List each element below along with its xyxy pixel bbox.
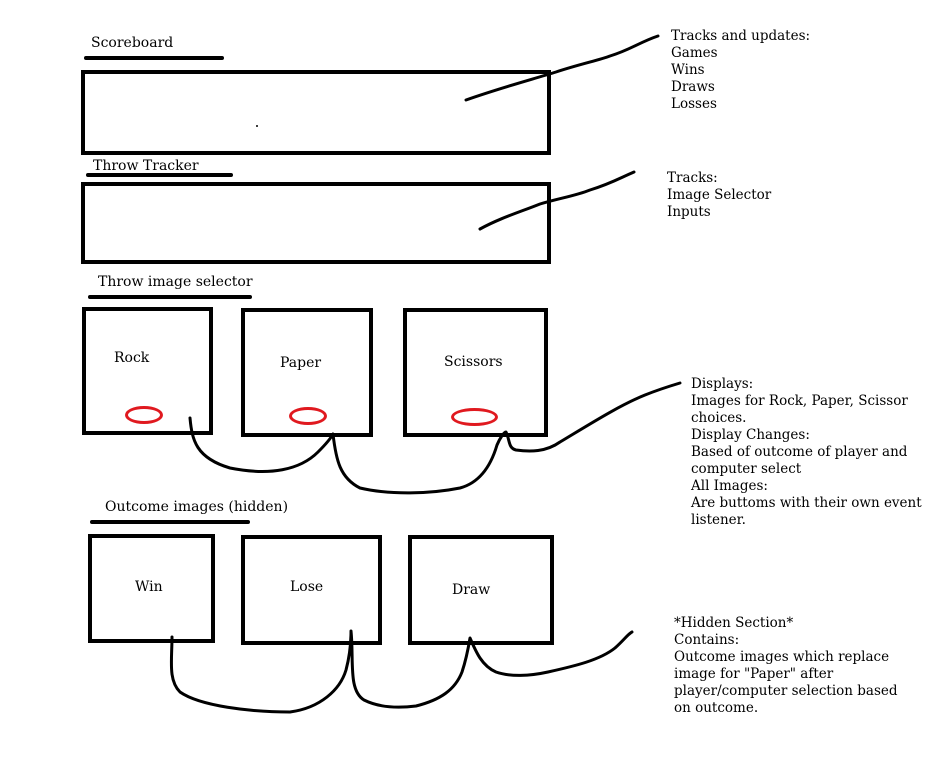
selector-note-line: Displays: <box>691 376 754 392</box>
tracker-connector <box>478 170 636 231</box>
selector-note-line: listener. <box>691 512 746 528</box>
hidden-note-line: Contains: <box>674 632 740 648</box>
selector-note-line: computer select <box>691 461 802 477</box>
hidden-note-line: *Hidden Section* <box>674 615 794 631</box>
scoreboard-note-line: Losses <box>671 96 717 112</box>
hidden-note-line: player/computer selection based <box>674 683 898 699</box>
scoreboard-dot <box>256 125 258 127</box>
tracker-note-line: Tracks: <box>667 170 718 186</box>
hidden-note: *Hidden Section* Contains: Outcome image… <box>674 615 898 717</box>
selector-note-line: Are buttoms with their own event <box>691 495 922 511</box>
selector-note-line: Display Changes: <box>691 427 810 443</box>
selector-note: Displays: Images for Rock, Paper, Scisso… <box>691 376 922 529</box>
tracker-note-line: Image Selector <box>667 187 772 203</box>
selector-note-line: Images for Rock, Paper, Scissor <box>691 393 908 409</box>
scoreboard-note: Tracks and updates: Games Wins Draws Los… <box>671 28 810 113</box>
selector-note-line: choices. <box>691 410 747 426</box>
scoreboard-note-line: Tracks and updates: <box>671 28 811 44</box>
scoreboard-note-line: Wins <box>671 62 705 78</box>
hidden-note-line: on outcome. <box>674 700 759 716</box>
outcome-connector-loop <box>169 629 634 714</box>
selector-connector-loop <box>188 381 682 495</box>
scoreboard-note-line: Games <box>671 45 718 61</box>
hidden-note-line: Outcome images which replace <box>674 649 890 665</box>
tracker-note-line: Inputs <box>667 204 711 220</box>
tracker-note: Tracks: Image Selector Inputs <box>667 170 771 221</box>
scoreboard-note-line: Draws <box>671 79 715 95</box>
selector-note-line: Based of outcome of player and <box>691 444 908 460</box>
scoreboard-connector <box>464 34 660 102</box>
selector-note-line: All Images: <box>691 478 768 494</box>
hidden-note-line: image for "Paper" after <box>674 666 834 682</box>
